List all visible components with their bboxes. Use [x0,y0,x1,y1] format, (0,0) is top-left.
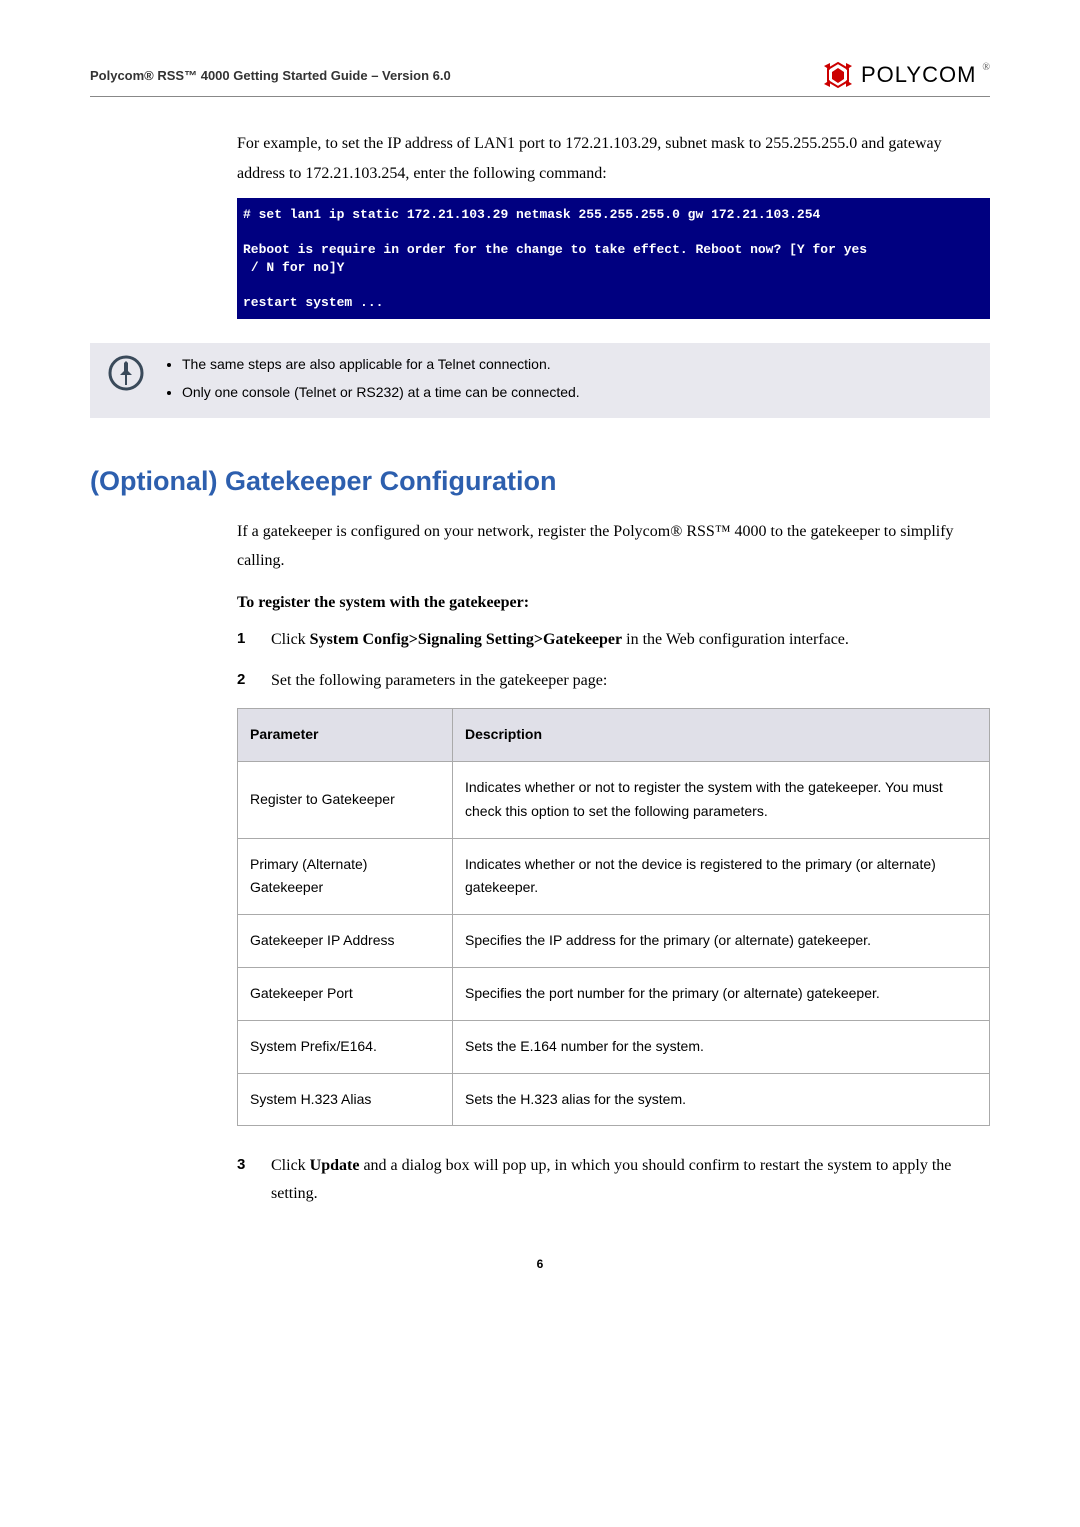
section-heading: (Optional) Gatekeeper Configuration [90,466,990,497]
table-row: System Prefix/E164. Sets the E.164 numbe… [238,1020,990,1073]
step-1: 1 Click System Config>Signaling Setting>… [237,626,990,653]
polycom-logo-icon [821,60,855,90]
section-intro: If a gatekeeper is configured on your ne… [237,517,990,576]
table-head-desc: Description [453,709,990,762]
note-item: The same steps are also applicable for a… [182,353,580,376]
table-cell-desc: Indicates whether or not to register the… [453,762,990,839]
page-header: Polycom® RSS™ 4000 Getting Started Guide… [90,60,990,97]
step2-text: Set the following parameters in the gate… [271,667,607,694]
step1-bold: System Config>Signaling Setting>Gatekeep… [310,631,622,648]
note-box: The same steps are also applicable for a… [90,343,990,417]
step1-suffix: in the Web configuration interface. [622,631,849,648]
step3-prefix: Click [271,1157,310,1174]
table-cell-desc: Specifies the port number for the primar… [453,968,990,1021]
step-2: 2 Set the following parameters in the ga… [237,667,990,694]
step-3: 3 Click Update and a dialog box will pop… [237,1152,990,1206]
table-row: Gatekeeper IP Address Specifies the IP a… [238,915,990,968]
step1-prefix: Click [271,631,310,648]
sub-heading: To register the system with the gatekeep… [237,594,990,612]
table-cell-desc: Sets the H.323 alias for the system. [453,1073,990,1126]
brand-text: POLYCOM [861,62,976,88]
table-cell-desc: Indicates whether or not the device is r… [453,838,990,915]
table-cell-param: System Prefix/E164. [238,1020,453,1073]
note-item: Only one console (Telnet or RS232) at a … [182,381,580,404]
table-cell-desc: Specifies the IP address for the primary… [453,915,990,968]
step3-bold: Update [310,1157,360,1174]
table-head-param: Parameter [238,709,453,762]
table-row: System H.323 Alias Sets the H.323 alias … [238,1073,990,1126]
table-row: Register to Gatekeeper Indicates whether… [238,762,990,839]
intro-paragraph: For example, to set the IP address of LA… [237,129,990,188]
table-cell-param: Register to Gatekeeper [238,762,453,839]
page-number: 6 [90,1257,990,1271]
brand-logo: POLYCOM ® [821,60,990,90]
note-pin-icon [108,355,144,391]
header-title: Polycom® RSS™ 4000 Getting Started Guide… [90,68,451,83]
brand-registered: ® [982,62,990,73]
table-cell-desc: Sets the E.164 number for the system. [453,1020,990,1073]
step3-suffix: and a dialog box will pop up, in which y… [271,1157,951,1201]
table-cell-param: Gatekeeper Port [238,968,453,1021]
parameter-table: Parameter Description Register to Gateke… [237,708,990,1126]
table-cell-param: System H.323 Alias [238,1073,453,1126]
note-list: The same steps are also applicable for a… [158,353,580,407]
table-cell-param: Primary (Alternate) Gatekeeper [238,838,453,915]
table-cell-param: Gatekeeper IP Address [238,915,453,968]
table-row: Primary (Alternate) Gatekeeper Indicates… [238,838,990,915]
table-row: Gatekeeper Port Specifies the port numbe… [238,968,990,1021]
console-output: # set lan1 ip static 172.21.103.29 netma… [237,198,990,319]
